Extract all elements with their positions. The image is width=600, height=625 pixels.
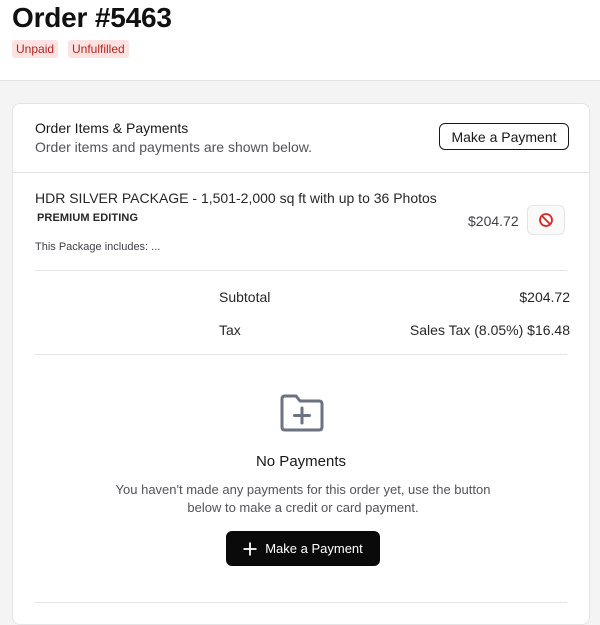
plus-icon xyxy=(243,542,257,555)
subtotal-label: Subtotal xyxy=(219,289,271,305)
payment-status-badge: Unpaid xyxy=(12,40,59,58)
make-payment-primary-label: Make a Payment xyxy=(265,541,363,556)
card-title: Order Items & Payments xyxy=(35,120,189,136)
tax-label: Tax xyxy=(219,322,241,338)
card-header: Order Items & Payments Order items and p… xyxy=(13,104,589,173)
no-payments-description: You haven't made any payments for this o… xyxy=(115,482,491,515)
item-name: HDR SILVER PACKAGE - 1,501-2,000 sq ft w… xyxy=(35,190,437,206)
order-items-card: Order Items & Payments Order items and p… xyxy=(12,103,590,625)
make-payment-button[interactable]: Make a Payment xyxy=(439,123,569,150)
no-payments-title: No Payments xyxy=(255,453,347,470)
tax-detail: Sales Tax (8.05%) xyxy=(409,322,524,338)
divider xyxy=(35,354,567,355)
item-price: $204.72 xyxy=(468,213,519,229)
tax-value-row: Sales Tax (8.05%) $16.48 xyxy=(410,322,570,338)
make-payment-primary-button[interactable]: Make a Payment xyxy=(226,531,380,566)
subtotal-value: $204.72 xyxy=(519,289,570,305)
divider xyxy=(35,270,567,271)
tax-value: $16.48 xyxy=(527,322,570,338)
page-title: Order #5463 xyxy=(12,2,172,33)
item-includes-text: This Package includes: ... xyxy=(35,241,161,253)
item-editing-option: PREMIUM EDITING xyxy=(37,212,139,224)
folder-plus-icon xyxy=(280,394,324,432)
fulfillment-status-badge: Unfulfilled xyxy=(68,40,129,58)
prohibit-icon xyxy=(539,213,553,227)
divider xyxy=(35,602,567,603)
card-subtitle: Order items and payments are shown below… xyxy=(35,139,313,155)
page-header: Order #5463 Unpaid Unfulfilled xyxy=(0,0,600,81)
remove-item-button[interactable] xyxy=(527,205,565,235)
